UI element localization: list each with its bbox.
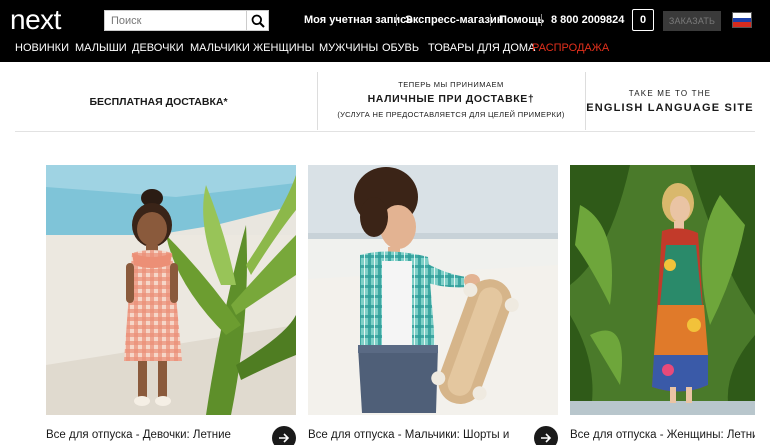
boys-summer-photo — [308, 165, 558, 415]
bag-count: 0 — [639, 14, 647, 26]
product-tile-girls[interactable]: Все для отпуска - Девочки: Летние — [46, 165, 296, 445]
girls-summer-photo — [46, 165, 296, 415]
russia-flag-icon[interactable] — [732, 12, 752, 28]
tile-arrow-button[interactable] — [272, 426, 296, 445]
utility-divider — [490, 14, 491, 26]
utility-divider — [396, 14, 397, 26]
shopping-bag-button[interactable]: 0 — [632, 9, 654, 31]
search-button[interactable] — [246, 11, 268, 30]
english-site-intro: TAKE ME TO THE — [628, 89, 712, 98]
phone-number: 8 800 2009824 — [551, 14, 625, 26]
arrow-right-icon — [279, 433, 290, 443]
utility-divider — [541, 14, 542, 26]
search-box — [104, 10, 269, 31]
nav-shoes[interactable]: ОБУВЬ — [382, 42, 419, 56]
tile-caption-boys[interactable]: Все для отпуска - Мальчики: Шорты и — [308, 429, 523, 441]
nav-women[interactable]: ЖЕНЩИНЫ — [253, 42, 314, 56]
site-header: next Моя учетная запись Экспресс-магазин… — [0, 0, 770, 62]
women-summer-photo — [570, 165, 755, 415]
express-shop-link[interactable]: Экспресс-магазин — [405, 14, 503, 28]
next-logo[interactable]: next — [10, 5, 90, 35]
nav-boys[interactable]: МАЛЬЧИКИ — [190, 42, 250, 56]
tile-arrow-button[interactable] — [534, 426, 558, 445]
product-tile-women[interactable]: Все для отпуска - Женщины: Летние — [570, 165, 770, 445]
search-input[interactable] — [105, 11, 246, 30]
help-link[interactable]: Помощь — [499, 14, 544, 28]
tile-caption-girls[interactable]: Все для отпуска - Девочки: Летние — [46, 429, 261, 441]
nav-sale[interactable]: РАСПРОДАЖА — [532, 42, 609, 56]
tile-caption-women[interactable]: Все для отпуска - Женщины: Летние — [570, 429, 755, 441]
checkout-button[interactable]: ЗАКАЗАТЬ — [663, 11, 721, 31]
english-site-link[interactable]: ENGLISH LANGUAGE SITE — [585, 102, 755, 114]
arrow-right-icon — [541, 433, 552, 443]
svg-text:next: next — [10, 5, 62, 35]
cash-on-delivery-banner[interactable]: НАЛИЧНЫЕ ПРИ ДОСТАВКЕ† — [317, 93, 585, 105]
cash-promo-intro: ТЕПЕРЬ МЫ ПРИНИМАЕМ — [398, 80, 504, 89]
nav-men[interactable]: МУЖЧИНЫ — [319, 42, 378, 56]
search-icon — [251, 14, 265, 28]
cash-promo-note: (УСЛУГА НЕ ПРЕДОСТАВЛЯЕТСЯ ДЛЯ ЦЕЛЕЙ ПРИ… — [337, 110, 565, 119]
nav-baby[interactable]: МАЛЫШИ — [75, 42, 127, 56]
promo-divider — [585, 72, 586, 130]
nav-new[interactable]: НОВИНКИ — [15, 42, 69, 56]
nav-girls[interactable]: ДЕВОЧКИ — [132, 42, 184, 56]
free-delivery-banner[interactable]: БЕСПЛАТНАЯ ДОСТАВКА* — [15, 96, 302, 108]
promo-strip: БЕСПЛАТНАЯ ДОСТАВКА* ТЕПЕРЬ МЫ ПРИНИМАЕМ… — [15, 72, 755, 132]
product-tile-boys[interactable]: Все для отпуска - Мальчики: Шорты и — [308, 165, 558, 445]
nav-home[interactable]: ТОВАРЫ ДЛЯ ДОМА — [428, 42, 535, 56]
